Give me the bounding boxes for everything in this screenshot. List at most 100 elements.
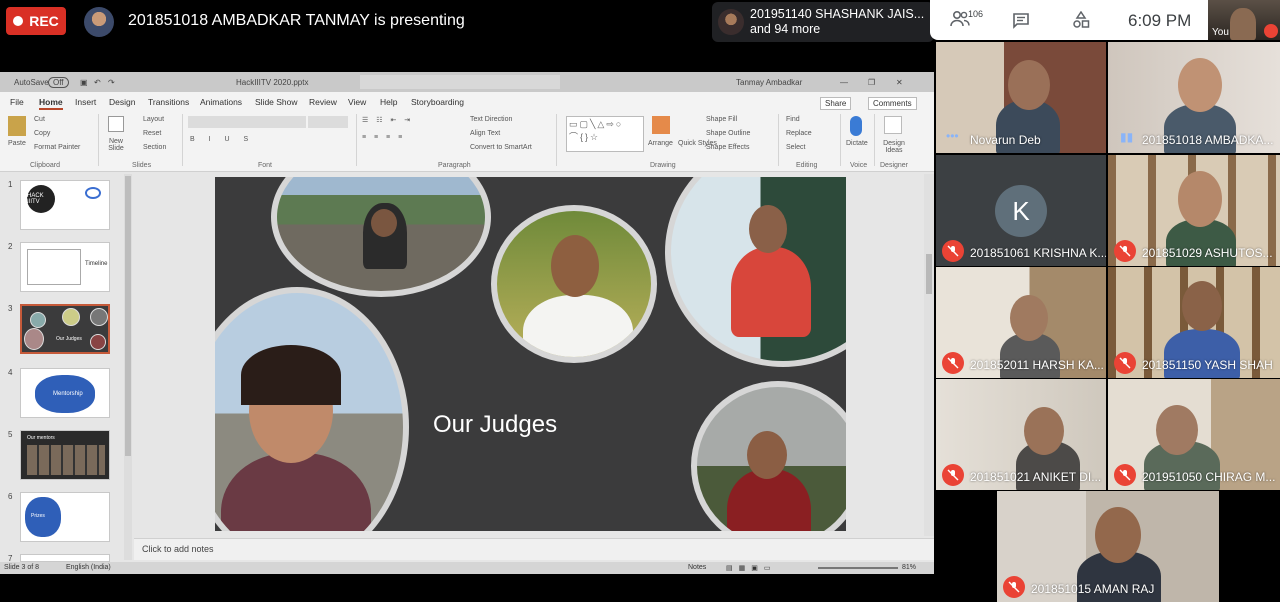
participant-tile[interactable]: 201951050 CHIRAG M... (1108, 379, 1280, 490)
group-voice: Voice (850, 162, 868, 169)
shapes-gallery[interactable]: ▭▢╲△⇨○ ⌒{}☆ (566, 116, 644, 152)
menu-animations[interactable]: Animations (200, 97, 242, 107)
participant-name: 201851150 YASH SHAH (1142, 358, 1273, 372)
layout-button[interactable]: Layout (143, 116, 164, 123)
thumb-num: 3 (8, 304, 13, 313)
audio-level-icon: ▮▮ (1120, 130, 1134, 144)
shape-outline-button[interactable]: Shape Outline (706, 130, 750, 137)
participant-tile[interactable]: ▮▮ 201851018 AMBADKA... (1108, 42, 1280, 153)
thumb-label: Our Judges (56, 336, 82, 342)
user-name: Tanmay Ambadkar (736, 78, 803, 87)
font-name-field[interactable] (188, 116, 306, 128)
convert-smartart-button[interactable]: Convert to SmartArt (470, 144, 532, 151)
font-format-icons[interactable]: B I U S (190, 136, 254, 143)
ppt-menubar: File Home Insert Design Transitions Anim… (0, 92, 934, 110)
thumb-label: Our mentors (27, 435, 55, 441)
menu-design[interactable]: Design (109, 97, 135, 107)
menu-view[interactable]: View (348, 97, 366, 107)
slide-thumbnail-2[interactable]: Timeline (20, 242, 110, 292)
zoom-level[interactable]: 81% (902, 564, 916, 571)
slide-title[interactable]: Our Judges (433, 411, 557, 439)
participant-tile[interactable]: ••• Novarun Deb (936, 42, 1106, 153)
participant-tile[interactable]: K 201851061 KRISHNA K... (936, 155, 1106, 266)
undo-icon[interactable]: ↶ (94, 78, 101, 87)
notes-toggle[interactable]: Notes (688, 564, 706, 571)
self-view-tile[interactable]: You (1208, 0, 1280, 40)
group-slides: Slides (132, 162, 152, 169)
view-buttons[interactable]: ▤▦▣▭ (726, 564, 776, 572)
minimize-icon[interactable]: — (840, 78, 848, 87)
shape-fill-button[interactable]: Shape Fill (706, 116, 737, 123)
dictate-button[interactable]: Dictate (846, 140, 868, 147)
slide-thumbnail-7[interactable] (20, 554, 110, 562)
design-ideas-button[interactable]: Design Ideas (880, 140, 908, 154)
menu-help[interactable]: Help (380, 97, 397, 107)
participant-name: 201851018 AMBADKA... (1142, 133, 1274, 147)
group-designer: Designer (880, 162, 909, 169)
microphone-icon[interactable] (850, 116, 862, 136)
bullets-icons[interactable]: ☰ ☷ ⇤ ⇥ (362, 116, 413, 124)
other-presenters-chip[interactable]: 201951140 SHASHANK JAIS... and 94 more (712, 2, 934, 42)
menu-storyboarding[interactable]: Storyboarding (411, 97, 464, 107)
restore-icon[interactable]: ❐ (868, 78, 875, 87)
paste-button[interactable]: Paste (8, 140, 26, 147)
autosave-toggle[interactable]: Off (48, 77, 69, 88)
menu-slide-show[interactable]: Slide Show (255, 97, 298, 107)
share-button[interactable]: Share (820, 97, 852, 110)
menu-home[interactable]: Home (39, 97, 63, 110)
slide-thumbnail-5[interactable]: Our mentors (20, 430, 110, 480)
cut-button[interactable]: Cut (34, 116, 45, 123)
people-icon[interactable] (950, 10, 970, 33)
participant-tile[interactable]: 201851029 ASHUTOS... (1108, 155, 1280, 266)
select-button[interactable]: Select (786, 144, 805, 151)
text-direction-button[interactable]: Text Direction (470, 116, 512, 123)
slide-scrollbar[interactable] (924, 174, 934, 536)
align-text-button[interactable]: Align Text (470, 130, 500, 137)
redo-icon[interactable]: ↷ (108, 78, 115, 87)
save-icon[interactable]: ▣ (80, 78, 88, 87)
you-label: You (1212, 27, 1229, 38)
arrange-button[interactable]: Arrange (648, 140, 673, 147)
slide-canvas[interactable]: Our Judges (215, 177, 846, 531)
participant-tile[interactable]: 201852011 HARSH KA... (936, 267, 1106, 378)
section-button[interactable]: Section (143, 144, 166, 151)
find-button[interactable]: Find (786, 116, 800, 123)
align-icons[interactable]: ≡ ≡ ≡ ≡ (362, 134, 405, 141)
participant-tile[interactable]: 201851150 YASH SHAH (1108, 267, 1280, 378)
status-bar: Slide 3 of 8 English (India) Notes ▤▦▣▭ … (0, 562, 934, 574)
menu-transitions[interactable]: Transitions (148, 97, 189, 107)
participant-name: 201851061 KRISHNA K... (970, 246, 1106, 260)
activities-icon[interactable] (1072, 10, 1090, 34)
participant-tile[interactable]: 201851015 AMAN RAJ (997, 491, 1219, 602)
chat-icon[interactable] (1012, 12, 1030, 34)
copy-button[interactable]: Copy (34, 130, 50, 137)
close-icon[interactable]: ✕ (896, 78, 903, 87)
arrange-icon[interactable] (652, 116, 670, 134)
judge-photo-4 (215, 287, 409, 531)
menu-review[interactable]: Review (309, 97, 337, 107)
participant-tile[interactable]: 201851021 ANIKET DI... (936, 379, 1106, 490)
slide-thumbnail-3[interactable]: Our Judges (20, 304, 110, 354)
slide-thumbnail-6[interactable]: Prizes (20, 492, 110, 542)
ppt-titlebar: AutoSave Off ▣ ↶ ↷ HackIIITV 2020.pptx T… (0, 72, 934, 92)
notes-pane[interactable]: Click to add notes (134, 538, 934, 560)
new-slide-icon[interactable] (108, 116, 124, 132)
participant-name: 201852011 HARSH KA... (970, 358, 1104, 372)
participant-name: 201851021 ANIKET DI... (970, 470, 1102, 484)
mic-off-icon (942, 464, 964, 486)
shape-effects-button[interactable]: Shape Effects (706, 144, 749, 151)
slide-thumbnail-1[interactable]: HACK IIITV (20, 180, 110, 230)
replace-button[interactable]: Replace (786, 130, 812, 137)
reset-button[interactable]: Reset (143, 130, 161, 137)
autosave-label: AutoSave (14, 78, 49, 87)
slide-thumbnail-4[interactable]: Mentorship (20, 368, 110, 418)
paste-icon[interactable] (8, 116, 26, 136)
font-size-field[interactable] (308, 116, 348, 128)
comments-button[interactable]: Comments (868, 97, 917, 110)
format-painter-button[interactable]: Format Painter (34, 144, 80, 151)
new-slide-button[interactable]: New Slide (104, 138, 128, 152)
menu-file[interactable]: File (10, 97, 24, 107)
menu-insert[interactable]: Insert (75, 97, 96, 107)
thumbnail-scrollbar[interactable] (124, 174, 132, 560)
design-ideas-icon[interactable] (884, 116, 902, 134)
